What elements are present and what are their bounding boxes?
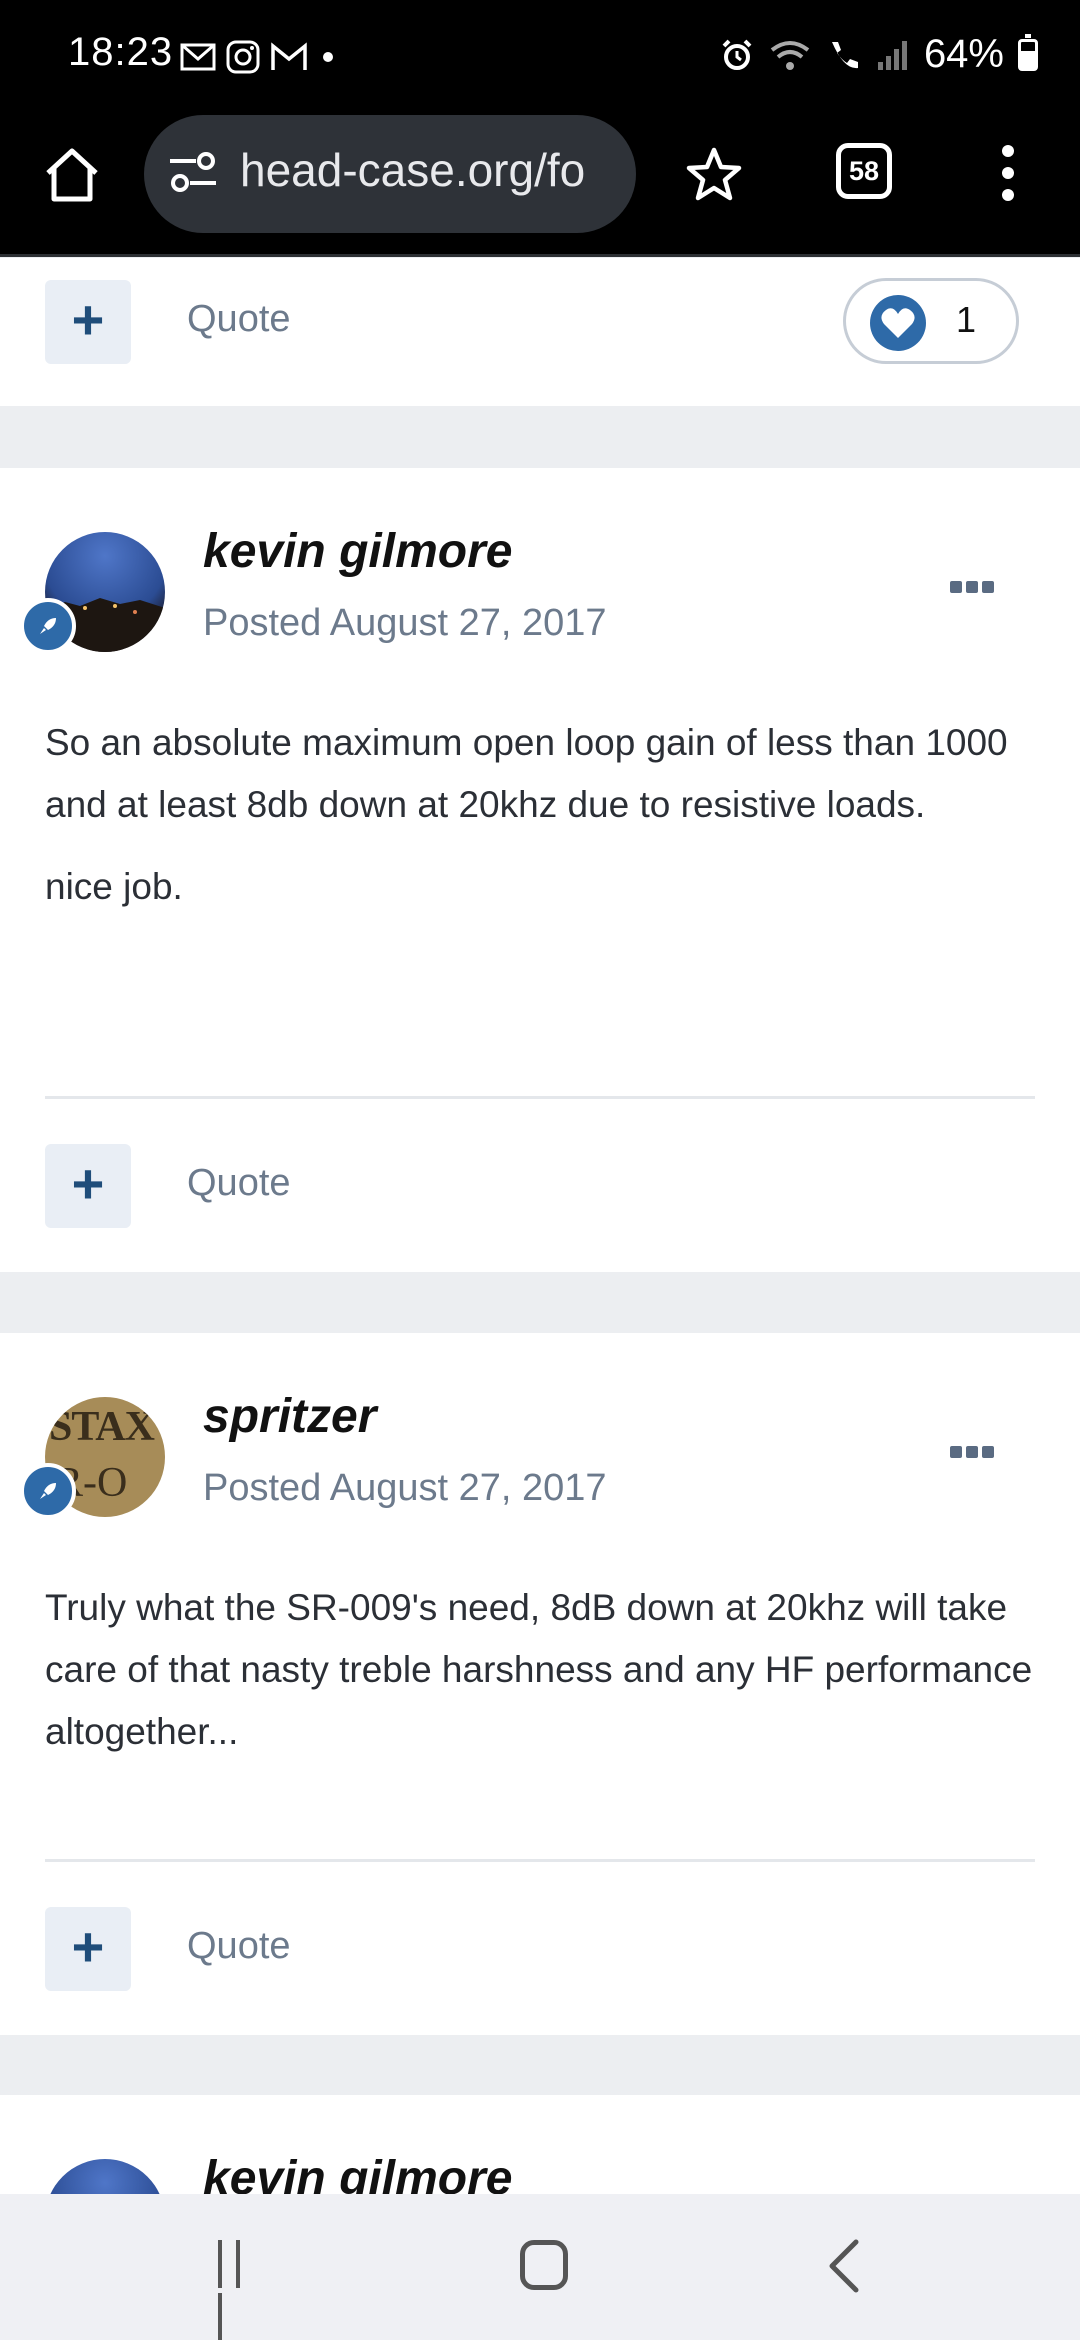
author-name[interactable]: kevin gilmore [203, 524, 512, 579]
alarm-icon [722, 39, 752, 70]
browser-toolbar: head-case.org/fo 58 [0, 115, 1080, 257]
battery-percent: 64% [923, 32, 1004, 76]
post-paragraph: nice job. [45, 866, 183, 907]
post-date[interactable]: Posted August 27, 2017 [203, 1467, 607, 1510]
rocket-icon [40, 1483, 56, 1499]
more-options-icon[interactable] [950, 580, 998, 600]
multiquote-button[interactable]: + [45, 1144, 131, 1228]
site-settings-icon[interactable] [168, 151, 218, 195]
heart-icon [870, 295, 926, 351]
divider [45, 1859, 1035, 1862]
multiquote-button[interactable]: + [45, 280, 131, 364]
recent-apps-icon[interactable] [218, 2240, 266, 2340]
rank-badge [20, 1463, 76, 1519]
author-name[interactable]: kevin gilmore [203, 2151, 512, 2194]
dot-icon [323, 52, 333, 62]
quote-link[interactable]: Quote [187, 298, 291, 341]
post-paragraph: Truly what the SR-009's need, 8dB down a… [45, 1587, 1033, 1752]
reaction-button[interactable]: 1 [843, 278, 1019, 364]
rocket-icon [40, 618, 56, 634]
back-icon[interactable] [826, 2238, 862, 2294]
quote-link[interactable]: Quote [187, 1925, 291, 1968]
divider [45, 1096, 1035, 1099]
reaction-count: 1 [956, 299, 977, 340]
multiquote-button[interactable]: + [45, 1907, 131, 1991]
wifi-calling-icon [831, 41, 858, 68]
post-paragraph: So an absolute maximum open loop gain of… [45, 722, 1008, 825]
gmail-icon [271, 42, 307, 70]
quote-link[interactable]: Quote [187, 1162, 291, 1205]
browser-menu-icon[interactable] [1000, 145, 1016, 205]
avatar-text: STAX [49, 1404, 155, 1450]
rank-badge [20, 598, 76, 654]
status-time: 18:23 [68, 30, 174, 74]
post-date[interactable]: Posted August 27, 2017 [203, 602, 607, 645]
home-icon[interactable] [40, 143, 104, 207]
author-name[interactable]: spritzer [203, 1389, 376, 1444]
more-options-icon[interactable] [950, 1445, 998, 1465]
avatar[interactable] [45, 2159, 165, 2194]
wifi-icon [770, 40, 810, 70]
notification-icons [180, 40, 338, 74]
address-bar[interactable]: head-case.org/fo [144, 115, 636, 233]
system-navigation-bar [0, 2194, 1080, 2340]
post-card: kevin gilmore Posted August 27, 2017 So … [0, 468, 1080, 1272]
bookmark-star-icon[interactable] [684, 145, 744, 205]
post-content: So an absolute maximum open loop gain of… [45, 712, 1035, 958]
post-content: Truly what the SR-009's need, 8dB down a… [45, 1577, 1035, 1803]
tab-switcher-button[interactable]: 58 [836, 143, 892, 199]
url-text[interactable]: head-case.org/fo [240, 143, 620, 197]
post-card: STAX R-O spritzer Posted August 27, 2017… [0, 1333, 1080, 2035]
post-card: kevin gilmore [0, 2095, 1080, 2194]
mail-icon [180, 43, 216, 71]
signal-icon [877, 40, 907, 70]
instagram-icon [226, 40, 260, 74]
battery-fill [1021, 50, 1035, 68]
home-nav-icon[interactable] [520, 2240, 568, 2290]
battery-icon [1018, 33, 1038, 71]
status-bar: 18:23 64% [0, 0, 1080, 115]
